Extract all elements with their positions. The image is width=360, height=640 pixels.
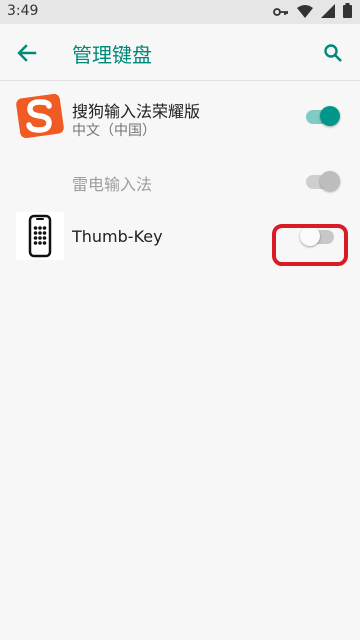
keyboard-row-leidian[interactable]: 雷电输入法 bbox=[0, 160, 360, 204]
status-time: 3:49 bbox=[7, 3, 39, 19]
keyboard-row-sogou[interactable]: 搜狗输入法荣耀版 中文（中国） bbox=[0, 86, 360, 148]
app-bar: 管理键盘 bbox=[0, 24, 360, 81]
arrow-left-icon bbox=[17, 44, 37, 62]
leidian-toggle[interactable] bbox=[304, 170, 340, 192]
keyboard-name: Thumb-Key bbox=[72, 227, 163, 246]
search-button[interactable] bbox=[320, 40, 346, 66]
page-title: 管理键盘 bbox=[72, 43, 152, 67]
toggle-thumb bbox=[320, 106, 340, 126]
battery-icon bbox=[343, 2, 352, 22]
keyboard-language: 中文（中国） bbox=[72, 123, 156, 139]
back-button[interactable] bbox=[14, 40, 40, 66]
keyboard-name: 雷电输入法 bbox=[72, 175, 153, 194]
thumbkey-phone-icon bbox=[16, 212, 64, 260]
status-icons bbox=[273, 2, 352, 22]
vpn-key-icon bbox=[273, 3, 289, 22]
sogou-toggle[interactable] bbox=[304, 105, 340, 127]
signal-icon bbox=[321, 3, 335, 22]
wifi-icon bbox=[297, 3, 313, 22]
status-bar: 3:49 bbox=[0, 0, 360, 24]
highlight-box bbox=[272, 224, 348, 266]
keyboard-name: 搜狗输入法荣耀版 bbox=[72, 102, 201, 121]
search-icon bbox=[324, 44, 342, 62]
sogou-logo-icon bbox=[16, 92, 64, 140]
toggle-thumb bbox=[320, 171, 340, 191]
